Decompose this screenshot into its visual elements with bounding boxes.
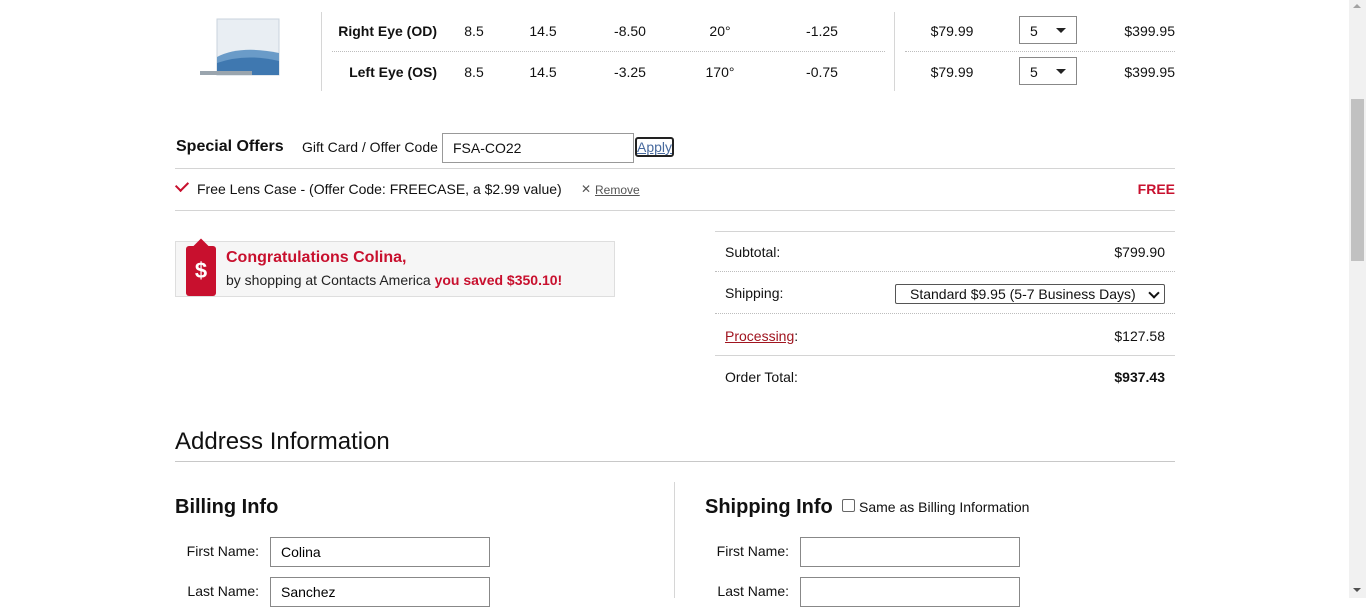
diameter: 14.5 <box>529 23 557 39</box>
scrollbar-thumb[interactable] <box>1351 99 1364 261</box>
subtotal-value: $799.90 <box>1114 244 1165 260</box>
caret-down-icon <box>1056 69 1066 74</box>
axis: 170° <box>705 64 735 80</box>
quantity-value: 5 <box>1030 64 1038 80</box>
billing-last-name-label: Last Name: <box>187 583 259 599</box>
same-as-billing-checkbox[interactable] <box>842 499 855 512</box>
remove-offer-link[interactable]: Remove <box>595 183 640 197</box>
shipping-first-name-input[interactable] <box>800 537 1020 567</box>
quantity-select[interactable]: 5 <box>1019 16 1077 44</box>
offer-code-label: Gift Card / Offer Code <box>302 139 438 155</box>
axis: 20° <box>709 23 731 39</box>
row-divider <box>332 51 885 52</box>
row-divider <box>905 51 1175 52</box>
order-total-label: Order Total: <box>725 369 798 385</box>
base-curve: 8.5 <box>464 64 484 80</box>
divider <box>175 168 1175 169</box>
summary-divider <box>715 313 1175 314</box>
billing-first-name-input[interactable] <box>270 537 490 567</box>
divider <box>175 210 1175 211</box>
check-icon <box>174 177 190 193</box>
table-divider <box>894 12 895 91</box>
applied-offer-text: Free Lens Case - (Offer Code: FREECASE, … <box>197 181 562 197</box>
savings-headline: Congratulations Colina, <box>226 249 407 266</box>
power: -8.50 <box>614 23 646 39</box>
dollar-tag-icon: $ <box>186 246 216 296</box>
apply-button[interactable]: Apply <box>635 137 674 157</box>
savings-prefix: by shopping at Contacts America <box>226 272 435 288</box>
address-title: Address Information <box>175 428 390 455</box>
cylinder: -0.75 <box>806 64 838 80</box>
billing-last-name-input[interactable] <box>270 577 490 607</box>
shipping-title: Shipping Info <box>705 496 833 518</box>
shipping-first-name-label: First Name: <box>716 543 789 559</box>
offer-price: FREE <box>1137 181 1175 197</box>
shipping-label: Shipping: <box>725 285 784 301</box>
divider <box>175 461 1175 462</box>
shipping-select[interactable]: Standard $9.95 (5-7 Business Days) <box>895 284 1165 304</box>
eye-label: Left Eye (OS) <box>349 64 437 80</box>
processing-link[interactable]: Processing <box>725 328 794 344</box>
cylinder: -1.25 <box>806 23 838 39</box>
line-total: $399.95 <box>1124 23 1175 39</box>
order-total-value: $937.43 <box>1114 369 1165 385</box>
eye-label: Right Eye (OD) <box>338 23 437 39</box>
same-as-billing-label[interactable]: Same as Billing Information <box>859 499 1029 515</box>
savings-banner: $ Congratulations Colina, by shopping at… <box>175 241 615 297</box>
power: -3.25 <box>614 64 646 80</box>
shipping-last-name-label: Last Name: <box>717 583 789 599</box>
scroll-up-icon[interactable] <box>1353 4 1361 8</box>
billing-first-name-label: First Name: <box>186 543 259 559</box>
savings-message: by shopping at Contacts America you save… <box>226 272 562 288</box>
column-divider <box>674 482 675 598</box>
summary-divider <box>715 231 1175 232</box>
summary-divider <box>715 355 1175 356</box>
savings-amount: you saved $350.10! <box>434 272 563 288</box>
billing-title: Billing Info <box>175 496 279 518</box>
close-icon[interactable]: ✕ <box>581 182 591 196</box>
processing-row: Processing: <box>725 328 798 344</box>
quantity-select[interactable]: 5 <box>1019 57 1077 85</box>
shipping-last-name-input[interactable] <box>800 577 1020 607</box>
special-offers-title: Special Offers <box>176 138 284 155</box>
processing-value: $127.58 <box>1114 328 1165 344</box>
unit-price: $79.99 <box>930 64 974 80</box>
summary-divider <box>715 271 1175 272</box>
shipping-option: Standard $9.95 (5-7 Business Days) <box>910 286 1136 302</box>
product-image <box>200 17 282 79</box>
scroll-down-icon[interactable] <box>1353 588 1361 592</box>
processing-colon: : <box>794 328 799 344</box>
scrollbar-track[interactable] <box>1349 0 1366 598</box>
offer-code-input[interactable] <box>442 133 634 163</box>
diameter: 14.5 <box>529 64 557 80</box>
unit-price: $79.99 <box>930 23 974 39</box>
subtotal-label: Subtotal: <box>725 244 781 260</box>
caret-down-icon <box>1056 28 1066 33</box>
chevron-down-icon <box>1148 287 1160 299</box>
base-curve: 8.5 <box>464 23 484 39</box>
line-total: $399.95 <box>1124 64 1175 80</box>
quantity-value: 5 <box>1030 23 1038 39</box>
